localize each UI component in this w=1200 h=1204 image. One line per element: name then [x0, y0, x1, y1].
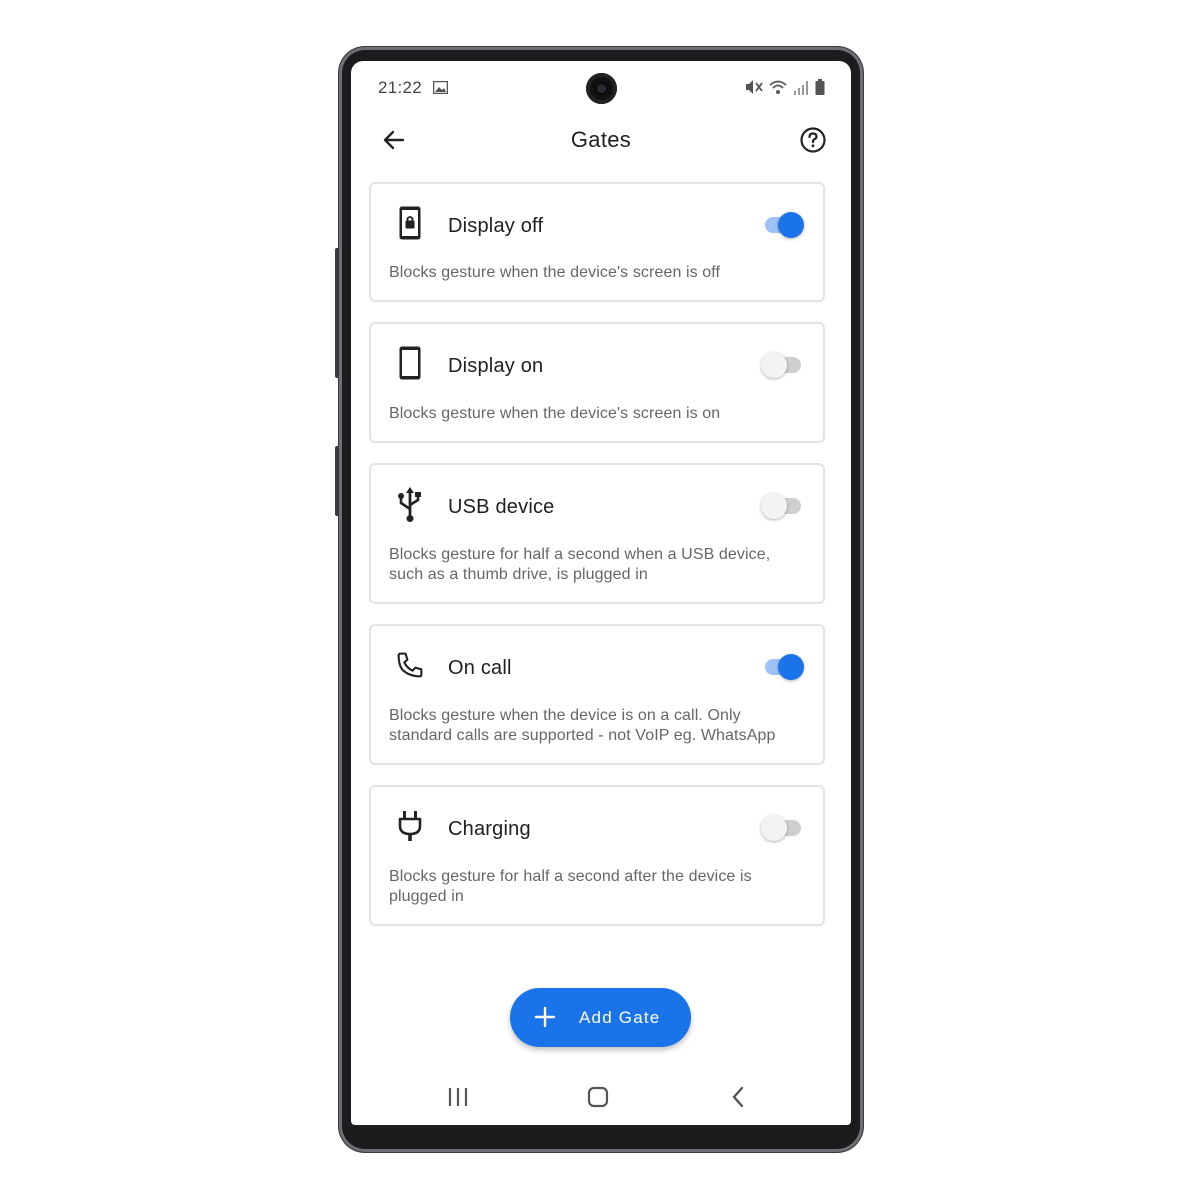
gate-toggle[interactable] [761, 352, 801, 378]
page-title: Gates [570, 127, 632, 152]
system-nav-bar [351, 1075, 851, 1119]
help-button[interactable] [798, 125, 828, 155]
add-gate-button[interactable]: Add Gate [510, 988, 691, 1047]
gate-description: Blocks gesture when the device is on a c… [389, 707, 776, 744]
status-icons [745, 79, 825, 100]
app-bar: Gates [351, 113, 851, 169]
gate-description: Blocks gesture for half a second after t… [389, 868, 752, 905]
gate-card-display-off[interactable]: Display off Blocks gesture when the devi… [369, 182, 825, 302]
add-gate-label: Add Gate [579, 1008, 661, 1027]
status-time: 21:22 [378, 78, 423, 97]
image-notification-icon [432, 80, 449, 99]
status-bar: 21:22 [351, 61, 851, 113]
power-plug-icon [396, 807, 424, 845]
gate-card-on-call[interactable]: On call Blocks gesture when the device i… [369, 624, 825, 765]
gate-toggle[interactable] [765, 212, 804, 238]
gate-title: USB device [448, 496, 555, 518]
chevron-left-icon [732, 1086, 744, 1108]
home-button[interactable] [584, 1083, 612, 1111]
gate-card-usb-device[interactable]: USB device Blocks gesture for half a sec… [369, 463, 825, 604]
plus-icon [534, 1006, 556, 1033]
gate-description: Blocks gesture when the device's screen … [389, 405, 721, 422]
phone-icon [396, 344, 424, 382]
toggle-thumb [778, 212, 804, 238]
gate-toggle[interactable] [761, 815, 801, 841]
usb-icon [396, 485, 424, 523]
front-camera [586, 73, 617, 104]
help-circle-icon [800, 127, 826, 153]
toggle-thumb [761, 493, 787, 519]
gate-toggle[interactable] [765, 654, 804, 680]
gate-card-display-on[interactable]: Display on Blocks gesture when the devic… [369, 322, 825, 443]
screen: 21:22 Gates Display off Blocks gesture w… [351, 61, 851, 1125]
gate-title: Display on [448, 355, 544, 377]
toggle-thumb [778, 654, 804, 680]
toggle-thumb [761, 815, 787, 841]
gate-card-charging[interactable]: Charging Blocks gesture for half a secon… [369, 785, 825, 926]
gate-title: Display off [448, 215, 544, 237]
call-icon [396, 646, 424, 684]
lock-phone-icon [396, 204, 424, 242]
signal-icon [793, 80, 809, 100]
battery-icon [815, 79, 825, 100]
toggle-thumb [761, 352, 787, 378]
nav-back-button[interactable] [725, 1083, 753, 1111]
gate-title: On call [448, 657, 512, 679]
mute-icon [745, 79, 763, 100]
gate-description: Blocks gesture when the device's screen … [389, 264, 721, 281]
gate-title: Charging [448, 818, 531, 840]
recent-apps-icon [448, 1088, 468, 1106]
gate-description: Blocks gesture for half a second when a … [389, 546, 771, 583]
gate-toggle[interactable] [761, 493, 801, 519]
recent-apps-button[interactable] [444, 1083, 472, 1111]
home-icon [587, 1086, 609, 1108]
wifi-icon [769, 80, 787, 100]
